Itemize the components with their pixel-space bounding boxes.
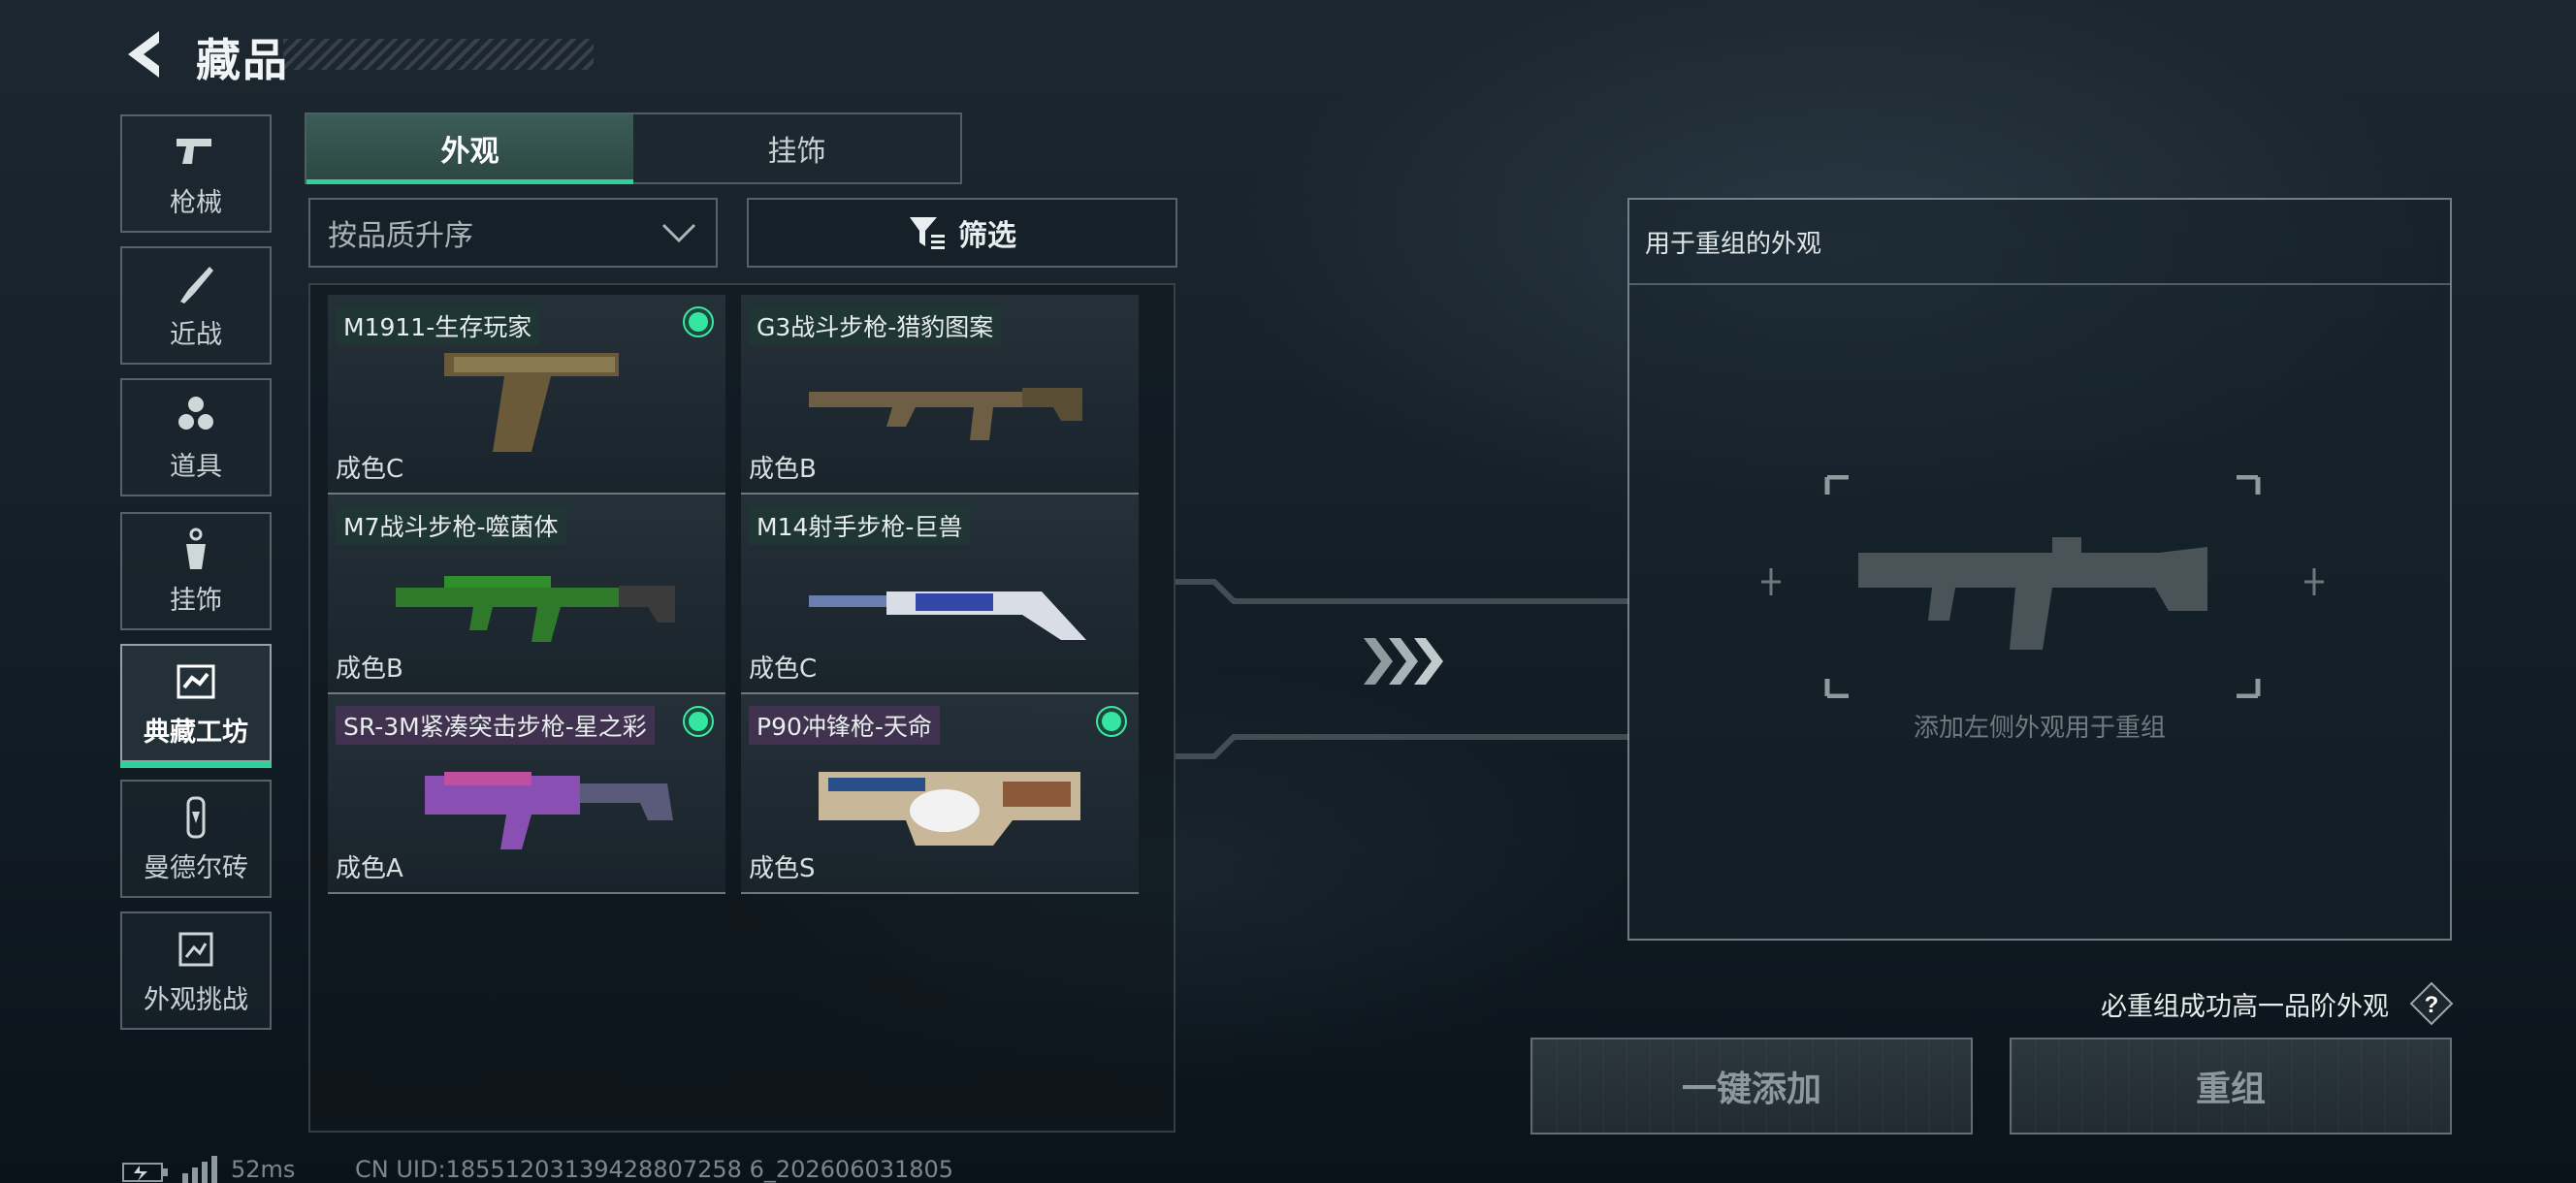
skin-grade: 成色C [336,455,404,484]
sidebar-item-workshop[interactable]: 典藏工坊 [120,644,272,768]
smg-skin-image [425,772,673,849]
chevron-down-icon [661,223,696,243]
auto-add-button[interactable]: 一键添加 [1530,1038,1973,1135]
selected-indicator-icon [683,706,714,737]
sidebar-item-label: 挂饰 [170,585,222,616]
sidebar-item-label: 典藏工坊 [144,717,248,748]
question-icon[interactable]: ? [2409,981,2454,1026]
smg-skin-image [819,772,1080,846]
skin-grade: 成色B [749,455,817,484]
selected-indicator-icon [683,306,714,337]
charm-icon [186,528,206,569]
tab-appearance[interactable]: 外观 [306,114,633,184]
sidebar-item-melee[interactable]: 近战 [120,246,272,365]
triple-chevron-right-icon [1364,638,1443,685]
uid-label: CN UID:18551203139428807258 6_2026060318… [355,1156,954,1183]
empty-slot-rifle-icon[interactable] [1761,475,2324,698]
battery-icon [122,1163,168,1182]
title-decoration [283,39,594,70]
workshop-icon [177,664,215,698]
filter-label: 筛选 [958,219,1016,253]
ping-label: 52ms [231,1156,296,1183]
svg-text:?: ? [2425,992,2439,1018]
skin-card[interactable]: P90冲锋枪-天命 成色S [741,694,1139,894]
rifle-skin-image [809,388,1082,440]
sidebar-item-skin-challenge[interactable]: 外观挑战 [120,911,272,1030]
sidebar-item-label: 道具 [170,451,222,482]
signal-strength-icon [182,1156,217,1183]
skin-card[interactable]: M7战斗步枪-噬菌体 成色B [328,495,725,694]
skin-name: M7战斗步枪-噬菌体 [336,506,566,545]
back-arrow-icon[interactable] [120,27,167,81]
filter-icon [910,217,945,249]
skin-name: M14射手步枪-巨兽 [749,506,971,545]
skin-grade: 成色S [749,854,816,883]
page-title: 藏品 [196,34,289,86]
guarantee-text: 必重组成功高一品阶外观 [2101,992,2389,1022]
category-tabs: 外观 挂饰 [305,112,962,184]
filter-button[interactable]: 筛选 [747,198,1177,268]
recombine-label: 重组 [2195,1070,2266,1109]
empty-hint: 添加左侧外观用于重组 [1913,714,2166,743]
skin-name: P90冲锋枪-天命 [749,706,940,745]
skin-name: SR-3M紧凑突击步枪-星之彩 [336,706,655,745]
skin-grade: 成色B [336,655,403,684]
skin-grade: 成色A [336,854,403,883]
skin-grid: M1911-生存玩家 成色C G3战斗步枪-猎豹图案 成色B M7战斗步枪-噬菌… [308,283,1175,1133]
rifle-skin-image [809,592,1086,640]
recombine-button[interactable]: 重组 [2010,1038,2452,1135]
sidebar-item-charms[interactable]: 挂饰 [120,512,272,630]
sidebar-item-guns[interactable]: 枪械 [120,114,272,233]
sidebar-item-label: 曼德尔砖 [144,852,248,883]
brick-icon [186,796,206,838]
sidebar-item-mandel-brick[interactable]: 曼德尔砖 [120,780,272,898]
tab-charms[interactable]: 挂饰 [633,114,960,182]
sort-value: 按品质升序 [328,219,473,253]
sidebar-item-items[interactable]: 道具 [120,378,272,496]
selected-indicator-icon [1096,706,1127,737]
pistol-icon [177,138,211,164]
sidebar-item-label: 外观挑战 [144,984,248,1015]
challenge-icon [178,932,213,966]
recombine-panel: 用于重组的外观 添加左侧外观用于重组 [1627,198,2452,941]
skin-card[interactable]: M1911-生存玩家 成色C [328,295,725,495]
recombine-title: 用于重组的外观 [1629,200,2450,285]
auto-add-label: 一键添加 [1681,1070,1821,1109]
rifle-skin-image [396,576,675,642]
pistol-skin-image [444,353,619,452]
skin-card[interactable]: SR-3M紧凑突击步枪-星之彩 成色A [328,694,725,894]
skin-card[interactable]: M14射手步枪-巨兽 成色C [741,495,1139,694]
knife-icon [180,266,213,304]
sort-dropdown[interactable]: 按品质升序 [308,198,718,268]
sidebar-item-label: 近战 [170,319,222,350]
skin-name: M1911-生存玩家 [336,306,540,345]
sidebar-item-label: 枪械 [170,187,222,218]
skin-card[interactable]: G3战斗步枪-猎豹图案 成色B [741,295,1139,495]
skin-grade: 成色C [749,655,818,684]
skin-name: G3战斗步枪-猎豹图案 [749,306,1002,345]
grenade-icon [178,396,213,430]
